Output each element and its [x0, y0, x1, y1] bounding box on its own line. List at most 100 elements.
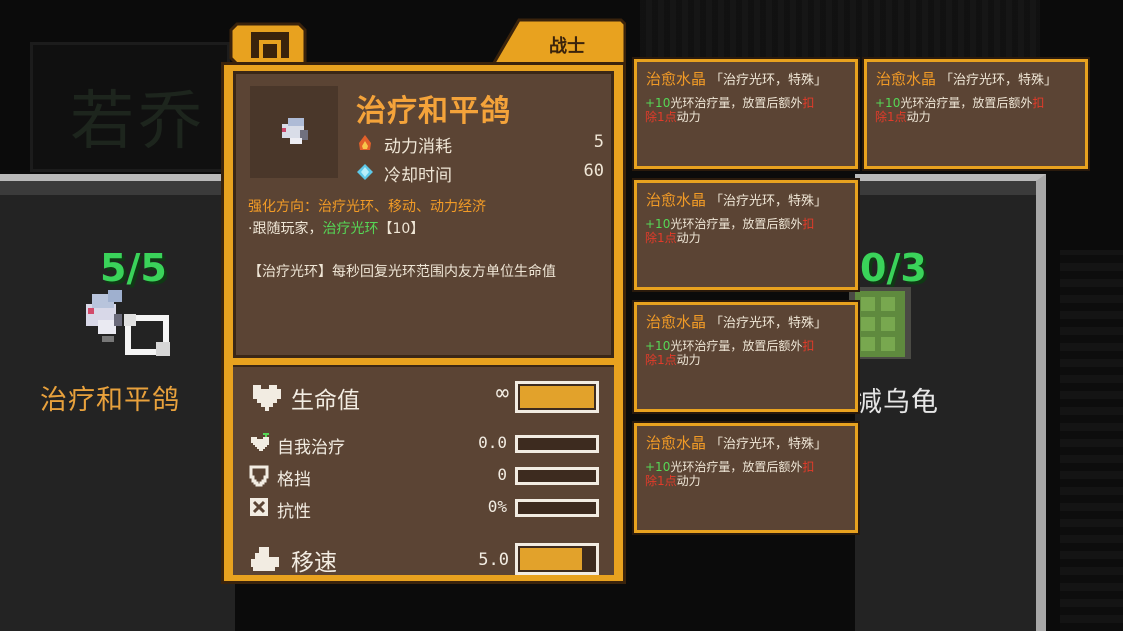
- crystal-card-title: 治愈水晶 「治疗光环，特殊」: [646, 311, 827, 332]
- crystal-text-a: 光环治疗量，放置后额外: [670, 339, 803, 353]
- crystal-card-title: 治愈水晶 「治疗光环，特殊」: [876, 68, 1057, 89]
- fire-icon: [356, 134, 374, 157]
- resist-value: 0%: [487, 497, 507, 516]
- class-label: 战士: [549, 36, 585, 57]
- crystal-tag: 「治疗光环，特殊」: [940, 73, 1058, 88]
- crystal-name: 治愈水晶: [646, 191, 707, 209]
- crystal-card-title: 治愈水晶 「治疗光环，特殊」: [646, 189, 827, 210]
- speed-value: 5.0: [478, 550, 509, 570]
- heart-plus-icon: [251, 433, 269, 451]
- energy-cost-row: 动力消耗 5: [356, 132, 604, 157]
- block-bar: [515, 467, 599, 485]
- upgrade-direction: 强化方向：治疗光环、移动、动力经济: [248, 199, 486, 215]
- heart-icon: [253, 385, 281, 411]
- speed-bar: [515, 543, 599, 575]
- crystal-text-b: 动力: [676, 231, 701, 245]
- speed-label: 移速: [291, 550, 337, 576]
- crystal-red-a: 扣: [802, 460, 815, 474]
- shield-icon: [249, 465, 269, 487]
- block-value: 0: [497, 465, 507, 484]
- crystal-card-body: +10光环治疗量，放置后额外扣除1点动力: [645, 460, 850, 488]
- crystal-red-b: 除1点: [645, 353, 677, 367]
- follow-prefix: ·跟随玩家，: [248, 221, 323, 237]
- unit-icon-box: [250, 86, 338, 178]
- crystal-text-a: 光环治疗量，放置后额外: [670, 217, 803, 231]
- crystal-text-b: 动力: [676, 110, 701, 124]
- crystal-card-title: 治愈水晶 「治疗光环，特殊」: [646, 432, 827, 453]
- attr-block: 格挡 0: [249, 465, 607, 490]
- crystal-card-body: +10光环治疗量，放置后额外扣除1点动力: [645, 217, 850, 245]
- crystal-red-a: 扣: [802, 217, 815, 231]
- crystal-plus: +10: [645, 339, 671, 353]
- crystal-card-title: 治愈水晶 「治疗光环，特殊」: [646, 68, 827, 89]
- crystal-red-a: 扣: [1032, 96, 1045, 110]
- crystal-red-b: 除1点: [645, 474, 677, 488]
- crystal-text-a: 光环治疗量，放置后额外: [670, 96, 803, 110]
- follow-aura-keyword: 治疗光环: [322, 221, 379, 237]
- attr-self-heal: 自我治疗 0.0: [249, 433, 607, 458]
- crystal-text-a: 光环治疗量，放置后额外: [900, 96, 1033, 110]
- crystal-card-body: +10光环治疗量，放置后额外扣除1点动力: [645, 339, 850, 367]
- follow-suffix: 【10】: [378, 221, 425, 237]
- crystal-text-b: 动力: [676, 353, 701, 367]
- self-heal-label: 自我治疗: [277, 438, 345, 458]
- crystal-card-body: +10光环治疗量，放置后额外扣除1点动力: [875, 96, 1080, 124]
- right-unit-name: 减乌龟: [855, 387, 939, 418]
- resist-bar: [515, 499, 599, 517]
- self-heal-value: 0.0: [478, 433, 507, 452]
- crystal-name: 治愈水晶: [646, 434, 707, 452]
- attr-resist: 抗性 0%: [249, 497, 607, 522]
- dove-icon: [282, 118, 308, 144]
- speed-bar-fill: [520, 548, 583, 570]
- crystal-plus: +10: [645, 96, 671, 110]
- background-tiles: [640, 0, 1040, 60]
- crystal-red-b: 除1点: [875, 110, 907, 124]
- unit-title: 治疗和平鸽: [356, 94, 511, 129]
- energy-cost-label: 动力消耗: [384, 137, 452, 157]
- crystal-text-b: 动力: [676, 474, 701, 488]
- resist-icon: [250, 498, 268, 516]
- attr-speed: 移速 5.0: [249, 543, 607, 577]
- crystal-card-2[interactable]: 治愈水晶 「治疗光环，特殊」 +10光环治疗量，放置后额外扣除1点动力: [862, 57, 1090, 171]
- crystal-tag: 「治疗光环，特殊」: [710, 194, 828, 209]
- hp-label: 生命值: [291, 388, 360, 414]
- crystal-card-1[interactable]: 治愈水晶 「治疗光环，特殊」 +10光环治疗量，放置后额外扣 除1点动力: [632, 57, 860, 171]
- tooltip-frame: 治疗和平鸽 动力消耗 5 冷却时间 60 强化方向：治疗光环、移动、动力经济 ·…: [221, 62, 626, 584]
- cooldown-row: 冷却时间 60: [356, 161, 604, 186]
- energy-cost-value: 5: [593, 132, 604, 152]
- crystal-text-b: 动力: [906, 110, 931, 124]
- crystal-icon: [356, 163, 374, 186]
- crystal-plus: +10: [645, 460, 671, 474]
- background-sign-text: 若乔: [70, 85, 206, 159]
- crystal-card-body: +10光环治疗量，放置后额外扣 除1点动力: [645, 96, 850, 124]
- crystal-red-a: 扣: [802, 96, 815, 110]
- left-unit-name: 治疗和平鸽: [40, 385, 180, 416]
- cooldown-label: 冷却时间: [384, 166, 452, 186]
- crystal-tag: 「治疗光环，特殊」: [710, 73, 828, 88]
- hp-value: ∞: [495, 381, 509, 406]
- crystal-tag: 「治疗光环，特殊」: [710, 316, 828, 331]
- crystal-name: 治愈水晶: [646, 70, 707, 88]
- crystal-card-5[interactable]: 治愈水晶 「治疗光环，特殊」 +10光环治疗量，放置后额外扣除1点动力: [632, 421, 860, 535]
- crystal-red-b: 除1点: [645, 231, 677, 245]
- crystal-tag: 「治疗光环，特殊」: [710, 437, 828, 452]
- tooltip-info-panel: 治疗和平鸽 动力消耗 5 冷却时间 60 强化方向：治疗光环、移动、动力经济 ·…: [233, 71, 614, 358]
- block-label: 格挡: [277, 470, 311, 490]
- crystal-plus: +10: [645, 217, 671, 231]
- right-wall: [1060, 250, 1123, 631]
- crystal-name: 治愈水晶: [876, 70, 937, 88]
- crystal-name: 治愈水晶: [646, 313, 707, 331]
- crystal-card-3[interactable]: 治愈水晶 「治疗光环，特殊」 +10光环治疗量，放置后额外扣除1点动力: [632, 178, 860, 292]
- hp-bar: [515, 381, 599, 413]
- resist-label: 抗性: [277, 502, 311, 522]
- crystal-text-a: 光环治疗量，放置后额外: [670, 460, 803, 474]
- dove-sprite-icon[interactable]: [84, 284, 174, 364]
- follow-line: ·跟随玩家，治疗光环【10】: [248, 218, 424, 238]
- crystal-card-4[interactable]: 治愈水晶 「治疗光环，特殊」 +10光环治疗量，放置后额外扣除1点动力: [632, 300, 860, 414]
- attr-hp: 生命值 ∞: [249, 381, 607, 415]
- cooldown-value: 60: [583, 161, 604, 181]
- crystal-plus: +10: [875, 96, 901, 110]
- unit-tooltip: 战士 治疗和平鸽 动力消耗 5 冷却时间 60 强化方向：治疗光环、移动、动力经…: [221, 18, 626, 584]
- aura-description: 【治疗光环】每秒回复光环范围内友方单位生命值: [248, 264, 556, 280]
- crystal-red-a: 扣: [802, 339, 815, 353]
